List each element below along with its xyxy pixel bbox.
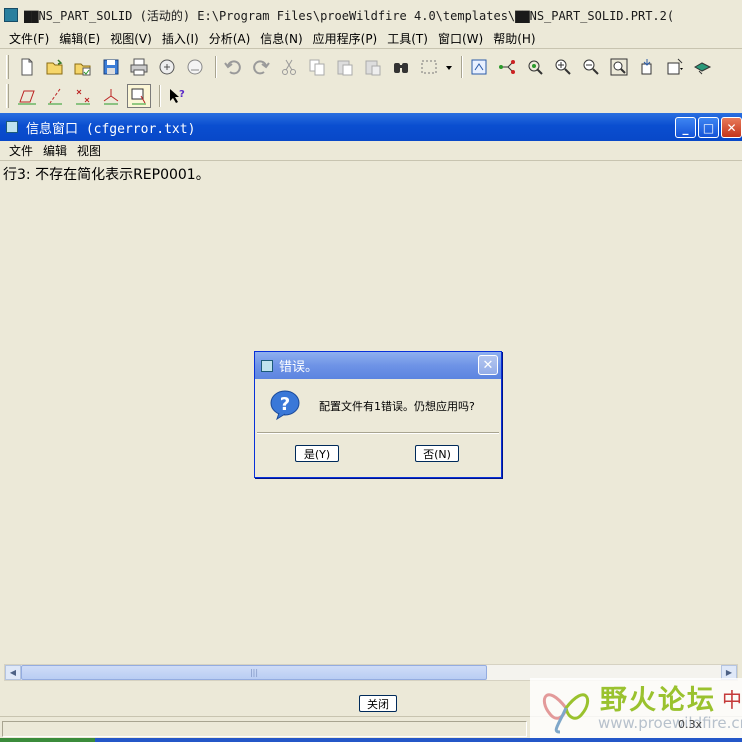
repaint-icon[interactable] <box>467 55 491 79</box>
info-window-titlebar[interactable]: 信息窗口 (cfgerror.txt) _ □ ✕ <box>0 113 742 141</box>
menu-view[interactable]: 视图(V) <box>105 30 157 47</box>
point-display-icon[interactable] <box>71 84 95 108</box>
menu-help[interactable]: 帮助(H) <box>488 30 540 47</box>
minimize-icon[interactable]: _ <box>675 117 696 138</box>
new-file-icon[interactable] <box>15 55 39 79</box>
datum-display-toolbar: ? <box>0 81 742 111</box>
open-folder-icon[interactable] <box>43 55 67 79</box>
close-icon[interactable]: ✕ <box>721 117 742 138</box>
no-button[interactable]: 否(N) <box>415 445 459 462</box>
toolbar-separator <box>159 85 161 107</box>
dialog-separator <box>257 432 499 434</box>
watermark-title: 野火论坛 <box>600 685 716 716</box>
save-icon[interactable] <box>99 55 123 79</box>
main-window-title: ▇▇NS_PART_SOLID (活动的) E:\Program Files\p… <box>24 8 675 23</box>
error-dialog: 错误。 ✕ ? 配置文件有1错误。仍想应用吗? 是(Y) 否(N) <box>254 351 502 478</box>
paste-special-icon[interactable] <box>361 55 385 79</box>
csys-display-icon[interactable] <box>99 84 123 108</box>
toolbar-grip[interactable] <box>6 55 9 79</box>
copy-icon[interactable] <box>305 55 329 79</box>
main-menu-bar: 文件(F) 编辑(E) 视图(V) 插入(I) 分析(A) 信息(N) 应用程序… <box>0 29 742 49</box>
info-menu-file[interactable]: 文件 <box>4 142 38 159</box>
taskbar-strip <box>0 738 742 742</box>
layers-icon[interactable] <box>691 55 715 79</box>
window-icon <box>6 121 18 133</box>
paste-icon[interactable] <box>333 55 357 79</box>
maximize-icon[interactable]: □ <box>698 117 719 138</box>
butterfly-logo-icon <box>542 693 590 734</box>
spin-center-icon[interactable] <box>523 55 547 79</box>
menu-file[interactable]: 文件(F) <box>4 30 54 47</box>
menu-insert[interactable]: 插入(I) <box>157 30 204 47</box>
select-box-icon[interactable] <box>417 55 441 79</box>
window-controls: _ □ ✕ <box>673 117 742 138</box>
plane-display-icon[interactable] <box>15 84 39 108</box>
toolbar-grip[interactable] <box>6 84 9 108</box>
menu-tools[interactable]: 工具(T) <box>382 30 433 47</box>
close-button[interactable]: 关闭 <box>359 695 397 712</box>
standard-toolbar <box>0 52 742 82</box>
watermark-url: www.proewildfire.cn <box>598 714 742 732</box>
undo-icon[interactable] <box>221 55 245 79</box>
annotation-display-icon[interactable] <box>127 84 151 108</box>
zoom-level: 0.3x <box>678 718 703 731</box>
dropdown-arrow-icon[interactable] <box>445 55 453 79</box>
toolbar-separator <box>215 56 217 78</box>
refit-icon[interactable] <box>607 55 631 79</box>
status-field <box>2 721 527 737</box>
menu-applications[interactable]: 应用程序(P) <box>308 30 383 47</box>
svg-text:?: ? <box>179 89 185 100</box>
info-content-line: 行3: 不存在简化表示REP0001。 <box>3 167 210 183</box>
info-menu-edit[interactable]: 编辑 <box>38 142 72 159</box>
svg-text:?: ? <box>280 394 290 415</box>
scroll-left-icon[interactable]: ◀ <box>5 665 21 680</box>
menu-info[interactable]: 信息(N) <box>255 30 307 47</box>
info-window-menu-bar: 文件 编辑 视图 <box>0 141 742 161</box>
send-mail-icon[interactable] <box>155 55 179 79</box>
reorient-icon[interactable] <box>635 55 659 79</box>
main-title-bar: ▇▇NS_PART_SOLID (活动的) E:\Program Files\p… <box>0 0 742 30</box>
redo-icon[interactable] <box>249 55 273 79</box>
mail-attach-icon[interactable] <box>183 55 207 79</box>
toolbar-separator <box>461 56 463 78</box>
cut-icon[interactable] <box>277 55 301 79</box>
dialog-titlebar[interactable]: 错误。 ✕ <box>255 352 501 379</box>
dialog-message: 配置文件有1错误。仍想应用吗? <box>319 400 475 413</box>
question-icon: ? <box>270 390 300 421</box>
saved-views-icon[interactable] <box>663 55 687 79</box>
zoom-out-icon[interactable] <box>579 55 603 79</box>
yes-button[interactable]: 是(Y) <box>295 445 339 462</box>
menu-window[interactable]: 窗口(W) <box>433 30 488 47</box>
print-icon[interactable] <box>127 55 151 79</box>
datum-axis-icon[interactable] <box>495 55 519 79</box>
dialog-close-icon[interactable]: ✕ <box>478 355 498 375</box>
watermark-edge-char: 中 <box>722 688 742 712</box>
zoom-in-icon[interactable] <box>551 55 575 79</box>
menu-analysis[interactable]: 分析(A) <box>204 30 256 47</box>
window-icon <box>261 359 273 372</box>
scrollbar-thumb[interactable]: ||| <box>21 665 487 680</box>
dialog-title: 错误。 <box>279 360 319 375</box>
find-binoculars-icon[interactable] <box>389 55 413 79</box>
axis-display-icon[interactable] <box>43 84 67 108</box>
context-help-icon[interactable]: ? <box>165 84 189 108</box>
app-icon <box>4 8 18 22</box>
menu-edit[interactable]: 编辑(E) <box>54 30 105 47</box>
open-session-icon[interactable] <box>71 55 95 79</box>
forum-watermark: 野火论坛 www.proewildfire.cn 中 0.3x <box>530 678 742 738</box>
info-menu-view[interactable]: 视图 <box>72 142 106 159</box>
info-window-title: 信息窗口 (cfgerror.txt) <box>26 121 196 137</box>
